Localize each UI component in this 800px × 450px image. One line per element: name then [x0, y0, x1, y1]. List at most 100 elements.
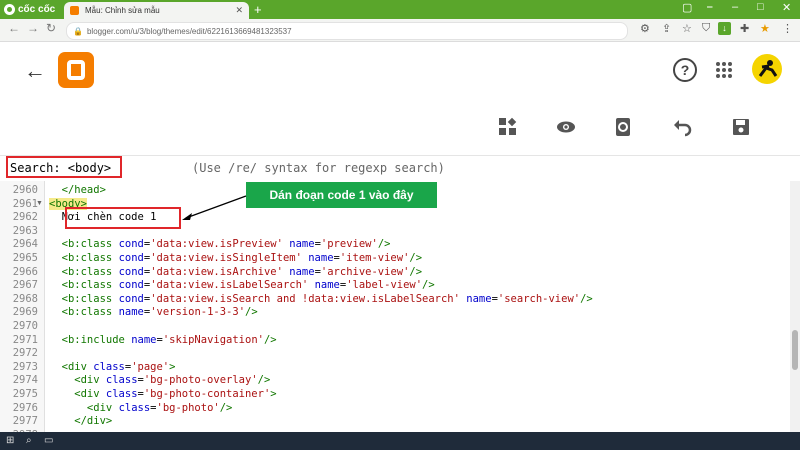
maximize-icon[interactable]: □ — [757, 1, 764, 13]
code-bracket: /> — [219, 401, 233, 414]
blogger-favicon-icon — [70, 6, 79, 15]
line-number: 2973 — [12, 360, 38, 373]
restore-icon[interactable]: ▢ — [682, 1, 692, 14]
search-taskbar-icon[interactable]: ⌕ — [26, 435, 32, 446]
pin-icon[interactable]: ⎯ — [707, 1, 713, 14]
code-value: 'data:view.isSearch and !data:view.isLab… — [150, 292, 460, 305]
preview-eye-icon[interactable] — [556, 117, 576, 137]
code-value: 'data:view.isPreview' — [150, 238, 283, 251]
extensions-icon[interactable]: ✚ — [740, 22, 749, 35]
code-bracket: /> — [263, 333, 277, 346]
line-number: 2965 — [12, 252, 38, 264]
windows-start-icon[interactable]: ⊞ — [6, 435, 14, 446]
code-value: 'data:view.isSingleItem' — [150, 252, 302, 264]
settings-icon[interactable]: ⚙ — [640, 22, 650, 35]
line-number: 2960 — [12, 184, 38, 196]
line-number: 2968 — [12, 292, 38, 305]
fold-chevron-icon[interactable]: ▼ — [36, 200, 43, 207]
code-bracket: < — [49, 292, 68, 305]
code-attr: name — [314, 279, 340, 292]
code-bracket: /> — [422, 279, 435, 292]
url-field[interactable]: 🔒 blogger.com/u/3/blog/themes/edit/62216… — [66, 22, 628, 40]
code-tag: div — [80, 374, 100, 387]
code-tag: b:class — [67, 252, 113, 264]
windows-taskbar — [0, 432, 800, 450]
browser-brand[interactable]: cốc cốc — [4, 2, 55, 17]
close-window-icon[interactable]: ✕ — [782, 1, 791, 14]
code-tag: div — [80, 388, 100, 400]
editor-scrollbar[interactable] — [790, 181, 800, 432]
code-attr: name — [118, 306, 144, 319]
minimize-icon[interactable]: – — [732, 1, 738, 13]
brand-name: cốc cốc — [18, 4, 56, 15]
blogger-logo-icon[interactable] — [58, 52, 94, 88]
code-attr: name — [289, 265, 315, 278]
code-value: 'search-view' — [497, 292, 581, 305]
code-attr: cond — [118, 238, 144, 251]
line-number: 2974 — [12, 374, 38, 387]
code-bracket: < — [49, 252, 68, 264]
widgets-icon[interactable] — [498, 117, 518, 137]
line-number: 2975 — [12, 388, 38, 400]
task-view-icon[interactable]: ▭ — [44, 435, 53, 446]
code-bracket: /> — [245, 306, 258, 319]
code-attr: cond — [118, 252, 144, 264]
code-value: 'skipNavigation' — [162, 333, 264, 346]
code-attr: class — [105, 374, 138, 387]
line-number: 2972 — [12, 347, 38, 360]
code-value: 'archive-view' — [320, 265, 410, 278]
save-icon[interactable] — [731, 117, 751, 137]
share-icon[interactable]: ⇪ — [662, 22, 671, 35]
revert-icon[interactable] — [613, 117, 633, 137]
download-icon[interactable]: ↓ — [718, 22, 731, 35]
annotation-arrow — [182, 195, 247, 220]
code-line: <b:class cond='data:view.isSingleItem' n… — [49, 252, 422, 264]
insert-point-box — [65, 207, 181, 229]
code-attr: name — [289, 238, 315, 251]
code-bracket: /> — [257, 374, 271, 387]
scrollbar-thumb[interactable] — [792, 330, 798, 370]
code-bracket: < — [49, 401, 94, 414]
line-number: 2962 — [12, 211, 38, 224]
code-value: 'item-view' — [339, 252, 410, 264]
code-line: <b:class name='version-1-3-3'/> — [49, 306, 258, 318]
undo-icon[interactable] — [672, 117, 692, 137]
code-value: 'preview' — [320, 238, 378, 251]
code-line: <b:class cond='data:view.isLabelSearch' … — [49, 279, 435, 291]
code-line: <b:class cond='data:view.isSearch and !d… — [49, 293, 593, 305]
line-number: 2967 — [12, 279, 38, 292]
code-attr: cond — [118, 265, 144, 278]
avatar[interactable] — [752, 54, 782, 84]
back-arrow-icon[interactable]: ← — [24, 58, 46, 84]
shield-icon[interactable]: ⛉ — [702, 22, 710, 35]
bookmark-icon[interactable]: ☆ — [682, 22, 692, 35]
tab-close-icon[interactable]: ✕ — [235, 5, 243, 16]
help-icon[interactable]: ? — [673, 58, 697, 82]
code-attr: name — [466, 292, 492, 305]
code-bracket: < — [49, 360, 68, 373]
code-attr: cond — [118, 292, 144, 305]
code-value: 'data:view.isArchive' — [150, 265, 283, 278]
code-line: <b:class cond='data:view.isArchive' name… — [49, 266, 422, 278]
code-bracket: < — [49, 279, 68, 292]
code-value: 'label-view' — [346, 279, 423, 292]
code-value: 'data:view.isLabelSearch' — [150, 279, 309, 292]
browser-tab[interactable]: Mẫu: Chỉnh sửa mẫu ✕ — [64, 2, 249, 19]
code-tag: b:class — [67, 279, 113, 292]
apps-grid-icon[interactable] — [716, 62, 732, 78]
line-number: 2969 — [12, 306, 38, 319]
forward-nav-icon[interactable]: → — [27, 21, 39, 35]
code-tag: b:class — [67, 306, 113, 319]
lock-icon: 🔒 — [73, 26, 83, 36]
code-text: </div> — [49, 415, 113, 428]
code-tag: b:class — [67, 238, 113, 251]
menu-icon[interactable]: ⋮ — [782, 22, 793, 35]
code-line: </head> — [49, 184, 106, 196]
profile-icon[interactable]: ★ — [760, 22, 770, 35]
code-line: <b:class cond='data:view.isPreview' name… — [49, 238, 391, 251]
reload-icon[interactable]: ↻ — [46, 21, 56, 35]
new-tab-button[interactable]: + — [254, 2, 262, 17]
back-nav-icon[interactable]: ← — [8, 21, 20, 35]
code-bracket: < — [49, 333, 68, 346]
line-number: 2976 — [12, 401, 38, 414]
